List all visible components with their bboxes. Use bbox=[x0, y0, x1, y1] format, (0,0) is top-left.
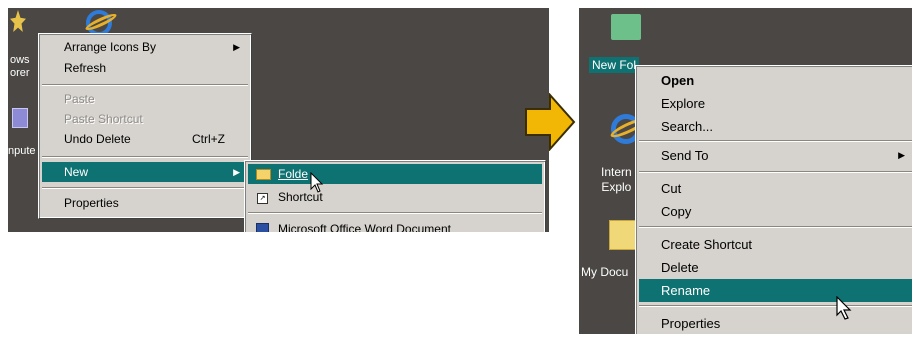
new-submenu: Folde ↗ Shortcut Microsoft Office Word D… bbox=[244, 160, 546, 232]
right-desktop-screenshot: New Fol Intern Explo My Docu Open Explor… bbox=[579, 8, 912, 334]
menu-item-new[interactable]: New ▶ bbox=[42, 162, 248, 182]
menu-separator bbox=[248, 212, 542, 214]
my-documents-label: My Docu bbox=[581, 265, 629, 279]
desktop-icon-label-orer: orer bbox=[10, 67, 30, 79]
menu-item-label: Open bbox=[661, 73, 695, 88]
menu-separator bbox=[639, 140, 912, 142]
menu-separator bbox=[42, 84, 248, 86]
menu-item-label: Microsoft Office Word Document bbox=[278, 222, 451, 232]
shortcut-icon: ↗ bbox=[257, 193, 268, 204]
menu-item-label: Arrange Icons By bbox=[64, 40, 157, 54]
menu-item-label: Delete bbox=[661, 260, 699, 275]
submenu-arrow-icon: ▶ bbox=[233, 167, 240, 177]
menu-item-label: Paste Shortcut bbox=[64, 112, 143, 126]
desktop-context-menu: Arrange Icons By ▶ Refresh Paste Paste S… bbox=[38, 33, 252, 219]
new-folder-icon[interactable] bbox=[611, 14, 641, 40]
submenu-arrow-icon: ▶ bbox=[233, 42, 240, 52]
menu-item-shortcut-key: Ctrl+Z bbox=[192, 132, 225, 146]
menu-item-rename[interactable]: Rename bbox=[639, 279, 912, 302]
menu-item-label: Paste bbox=[64, 92, 95, 106]
menu-item-search[interactable]: Search... bbox=[639, 115, 912, 138]
desktop-icon-label-npute: npute bbox=[8, 145, 36, 157]
menu-separator bbox=[42, 187, 248, 189]
right-arrow-icon bbox=[525, 93, 576, 151]
word-document-icon bbox=[256, 223, 269, 232]
menu-item-label: Search... bbox=[661, 119, 714, 134]
internet-explorer-label: Intern Explo bbox=[601, 165, 632, 194]
menu-item-label: Undo Delete bbox=[64, 132, 131, 146]
menu-separator bbox=[42, 156, 248, 158]
menu-item-create-shortcut[interactable]: Create Shortcut bbox=[639, 233, 912, 256]
menu-item-label: Properties bbox=[64, 196, 119, 210]
computer-icon[interactable] bbox=[12, 108, 28, 128]
menu-item-refresh[interactable]: Refresh bbox=[42, 58, 248, 78]
menu-item-label: New bbox=[64, 165, 89, 179]
folder-icon bbox=[256, 169, 271, 180]
menu-separator bbox=[639, 226, 912, 228]
folder-star-icon[interactable] bbox=[10, 10, 26, 32]
menu-item-word-document[interactable]: Microsoft Office Word Document bbox=[248, 219, 542, 232]
menu-separator bbox=[639, 171, 912, 173]
menu-item-explore[interactable]: Explore bbox=[639, 92, 912, 115]
menu-item-send-to[interactable]: Send To ▶ bbox=[639, 144, 912, 167]
menu-item-label: Properties bbox=[661, 316, 721, 331]
menu-item-arrange-icons-by[interactable]: Arrange Icons By ▶ bbox=[42, 37, 248, 57]
menu-item-folder[interactable]: Folde bbox=[248, 164, 542, 184]
menu-item-paste[interactable]: Paste bbox=[42, 89, 248, 109]
menu-item-shortcut[interactable]: ↗ Shortcut bbox=[248, 187, 542, 207]
menu-item-delete[interactable]: Delete bbox=[639, 256, 912, 279]
menu-item-paste-shortcut[interactable]: Paste Shortcut bbox=[42, 109, 248, 129]
submenu-arrow-icon: ▶ bbox=[898, 150, 905, 160]
menu-item-label: Cut bbox=[661, 181, 682, 196]
left-desktop-screenshot: ows orer npute Arrange Icons By ▶ Refres… bbox=[8, 8, 549, 232]
mouse-cursor-icon bbox=[310, 172, 324, 193]
menu-item-label: Refresh bbox=[64, 61, 107, 75]
menu-item-cut[interactable]: Cut bbox=[639, 177, 912, 200]
desktop-icon-label-ows: ows bbox=[10, 54, 30, 66]
mouse-cursor-icon bbox=[836, 296, 852, 320]
menu-item-label: Copy bbox=[661, 204, 692, 219]
menu-separator bbox=[639, 305, 912, 307]
menu-item-label: Folde bbox=[278, 167, 309, 181]
new-folder-label[interactable]: New Fol bbox=[589, 57, 640, 73]
menu-item-properties[interactable]: Properties bbox=[639, 312, 912, 334]
menu-item-label: Rename bbox=[661, 283, 711, 298]
menu-item-open[interactable]: Open bbox=[639, 69, 912, 92]
menu-item-label: Explore bbox=[661, 96, 706, 111]
menu-item-label: Send To bbox=[661, 148, 709, 163]
menu-item-label: Create Shortcut bbox=[661, 237, 753, 252]
menu-item-copy[interactable]: Copy bbox=[639, 200, 912, 223]
menu-item-undo-delete[interactable]: Undo Delete Ctrl+Z bbox=[42, 129, 248, 149]
folder-context-menu: Open Explore Search... Send To ▶ Cut Cop… bbox=[635, 65, 912, 334]
menu-item-properties[interactable]: Properties bbox=[42, 193, 248, 213]
